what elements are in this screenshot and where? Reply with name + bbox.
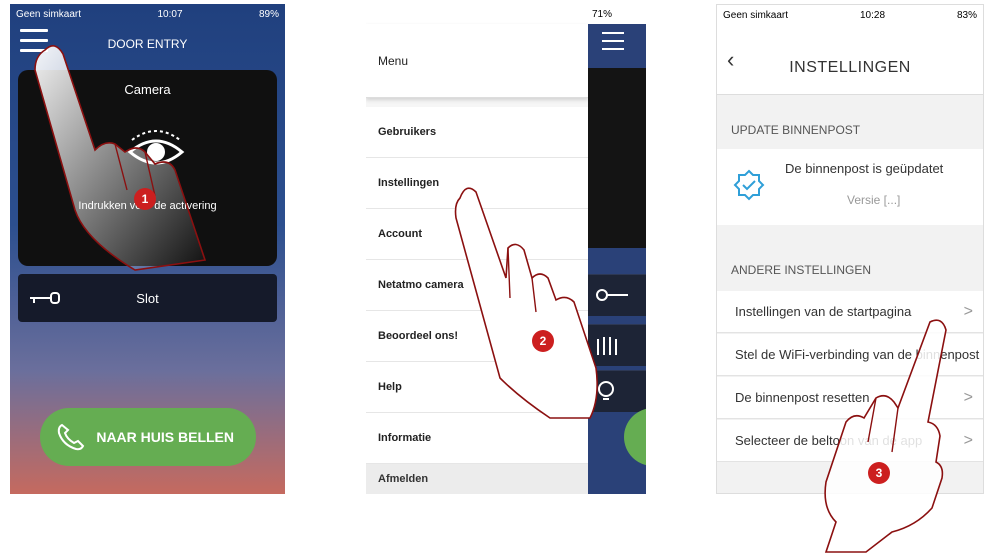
verified-badge-icon xyxy=(733,169,765,201)
menu-item-users[interactable]: Gebruikers xyxy=(366,107,588,158)
pointing-hand-icon xyxy=(454,187,598,419)
carrier-label: Geen simkaart xyxy=(16,8,82,20)
clock: 10:07 xyxy=(157,8,183,20)
section-header-update: UPDATE BINNENPOST xyxy=(731,123,861,137)
status-bar xyxy=(366,4,588,24)
step-3-badge: 3 xyxy=(868,462,890,484)
carrier-label: Geen simkaart xyxy=(723,9,789,21)
battery-label: 71% xyxy=(588,4,646,24)
phone-icon xyxy=(57,423,85,451)
call-button-label: NAAR HUIS BELLEN xyxy=(96,429,234,445)
update-status-text: De binnenpost is geüpdatet xyxy=(785,161,944,176)
pointing-hand-icon xyxy=(824,319,947,553)
key-icon xyxy=(30,292,60,304)
call-home-button[interactable]: NAAR HUIS BELLEN xyxy=(40,408,256,466)
menu-title: Menu xyxy=(366,24,588,98)
page-title: INSTELLINGEN xyxy=(789,59,911,76)
nav-bar: ‹ INSTELLINGEN xyxy=(717,25,983,95)
battery-label: 83% xyxy=(956,9,977,21)
battery-label: 89% xyxy=(258,8,279,20)
update-status-card: De binnenpost is geüpdatet Versie [...] xyxy=(717,149,983,225)
clock: 10:28 xyxy=(859,9,886,21)
logout-button[interactable]: Afmelden xyxy=(366,464,588,494)
step-1-badge: 1 xyxy=(134,188,156,210)
lock-row[interactable]: Slot xyxy=(18,274,277,322)
status-bar: Geen simkaart 10:07 89% xyxy=(10,4,285,24)
call-button-edge xyxy=(624,408,646,466)
step-2-badge: 2 xyxy=(532,330,554,352)
hamburger-menu-icon xyxy=(602,32,624,56)
status-bar: Geen simkaart 10:28 83% xyxy=(717,5,983,25)
section-header-other: ANDERE INSTELLINGEN xyxy=(731,263,872,277)
update-version: Versie [...] xyxy=(847,193,901,207)
pointing-hand-icon xyxy=(34,45,207,271)
